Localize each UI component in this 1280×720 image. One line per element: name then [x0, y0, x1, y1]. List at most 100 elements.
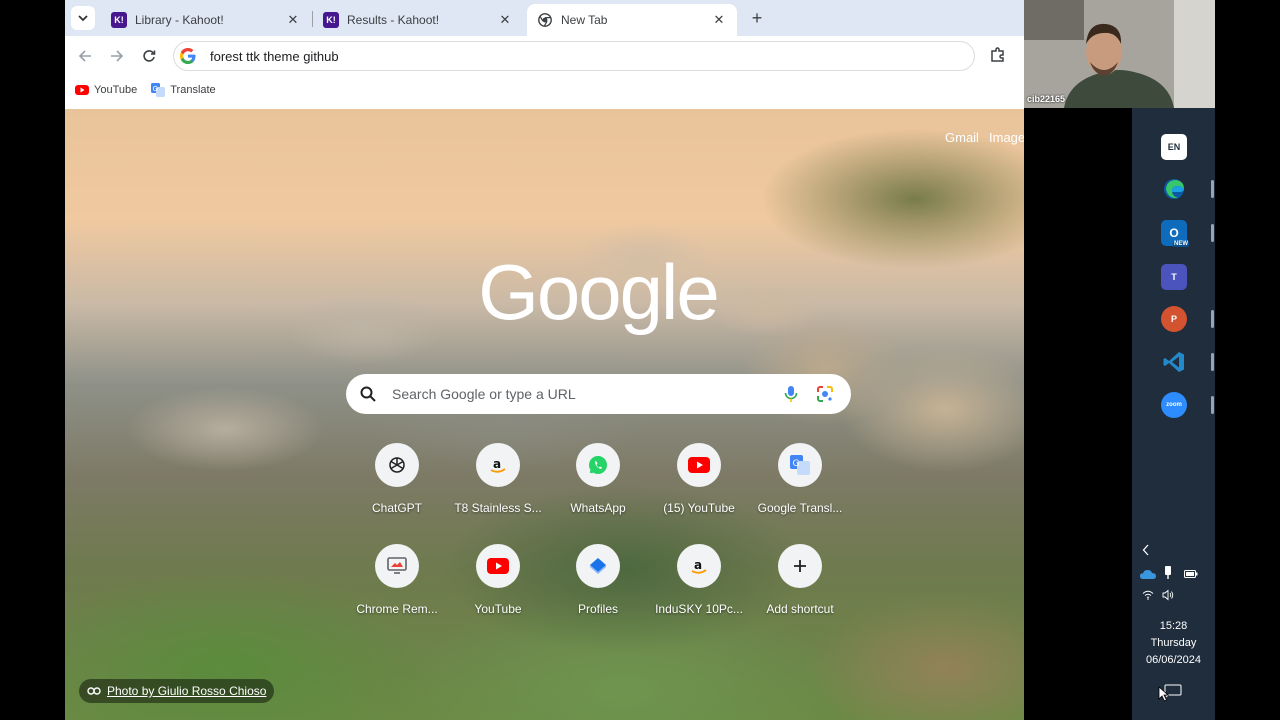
- profiles-icon: [576, 544, 620, 588]
- tab-new-tab[interactable]: New Tab ✕: [527, 4, 737, 36]
- chrome-icon: [537, 12, 553, 28]
- microphone-icon[interactable]: [779, 382, 803, 406]
- bookmark-label: YouTube: [94, 84, 138, 96]
- shortcut-chrome-remote[interactable]: Chrome Rem...: [347, 536, 447, 632]
- new-tab-page: Gmail Images Google Search Google or typ…: [65, 109, 1024, 720]
- amazon-icon: a: [476, 443, 520, 487]
- shortcut-label: T8 Stainless S...: [454, 501, 542, 515]
- search-placeholder: Search Google or type a URL: [392, 386, 576, 402]
- onedrive-icon[interactable]: [1140, 569, 1156, 582]
- running-indicator: [1211, 180, 1214, 198]
- shortcut-label: WhatsApp: [570, 501, 626, 515]
- youtube-icon: [75, 83, 89, 97]
- google-g-icon: [180, 48, 196, 64]
- svg-text:G: G: [793, 459, 800, 469]
- shortcut-indusky[interactable]: a InduSKY 10Pc...: [649, 536, 749, 632]
- bookmark-youtube[interactable]: YouTube: [75, 83, 137, 97]
- webcam-overlay: cib22165: [1024, 0, 1215, 108]
- usb-icon[interactable]: [1164, 566, 1172, 583]
- reload-button[interactable]: [137, 44, 161, 68]
- shortcut-label: Chrome Rem...: [356, 602, 438, 616]
- photo-credit-text: Photo by Giulio Rosso Chioso: [107, 684, 267, 698]
- browser-window: K! Library - Kahoot! ✕ K! Results - Kaho…: [65, 0, 1024, 720]
- close-icon[interactable]: ✕: [285, 12, 301, 28]
- outlook-icon[interactable]: O NEW: [1161, 220, 1189, 247]
- shortcut-profiles[interactable]: Profiles: [548, 536, 648, 632]
- tab-title: New Tab: [561, 13, 608, 27]
- reload-icon: [143, 50, 156, 62]
- forward-button[interactable]: [105, 44, 129, 68]
- shortcut-whatsapp[interactable]: WhatsApp: [548, 435, 648, 531]
- gmail-link[interactable]: Gmail: [945, 130, 979, 145]
- running-indicator: [1211, 224, 1214, 242]
- shortcut-label: ChatGPT: [371, 501, 422, 515]
- shortcut-youtube-15[interactable]: (15) YouTube: [649, 435, 749, 531]
- shortcut-youtube[interactable]: YouTube: [448, 536, 548, 632]
- vscode-icon[interactable]: [1161, 349, 1187, 375]
- powerpoint-icon[interactable]: P: [1161, 306, 1187, 332]
- translate-icon: G: [778, 443, 822, 487]
- kahoot-icon: K!: [111, 12, 127, 28]
- bookmarks-bar: YouTube G Translate: [65, 78, 1024, 102]
- clock-time: 15:28: [1159, 620, 1188, 632]
- photo-credit-link[interactable]: Photo by Giulio Rosso Chioso: [79, 679, 275, 703]
- webcam-person-image: [1024, 0, 1215, 108]
- chatgpt-icon: [375, 443, 419, 487]
- shortcut-chatgpt[interactable]: ChatGPT: [347, 435, 447, 531]
- link-icon: [87, 687, 101, 695]
- zoom-icon[interactable]: zoom: [1161, 392, 1187, 418]
- show-hidden-icons-button[interactable]: [1142, 544, 1150, 559]
- tab-library-kahoot[interactable]: K! Library - Kahoot! ✕: [101, 4, 311, 36]
- shortcut-label: Profiles: [577, 602, 618, 616]
- mouse-cursor: [1158, 686, 1170, 705]
- close-icon[interactable]: ✕: [497, 12, 513, 28]
- battery-icon[interactable]: [1184, 569, 1198, 581]
- search-box[interactable]: Search Google or type a URL: [346, 374, 851, 414]
- back-button[interactable]: [73, 44, 97, 68]
- plus-icon: [778, 544, 822, 588]
- edge-icon[interactable]: [1161, 176, 1187, 202]
- shortcut-google-translate[interactable]: G Google Transl...: [750, 435, 850, 531]
- shortcut-t8-stainless[interactable]: a T8 Stainless S...: [448, 435, 548, 531]
- bookmark-label: Translate: [170, 84, 216, 96]
- address-bar[interactable]: forest ttk theme github: [173, 41, 975, 71]
- tab-results-kahoot[interactable]: K! Results - Kahoot! ✕: [313, 4, 523, 36]
- toolbar: forest ttk theme github: [65, 36, 1024, 76]
- arrow-left-icon: [78, 50, 91, 62]
- shortcut-label: InduSKY 10Pc...: [655, 602, 743, 616]
- svg-text:a: a: [493, 457, 501, 471]
- running-indicator: [1211, 310, 1214, 328]
- google-lens-icon[interactable]: [813, 382, 837, 406]
- address-bar-value: forest ttk theme github: [210, 48, 339, 64]
- youtube-icon: [677, 443, 721, 487]
- shortcut-label: Add shortcut: [766, 602, 834, 616]
- language-indicator[interactable]: EN: [1161, 134, 1187, 160]
- shortcut-label: (15) YouTube: [663, 501, 735, 515]
- system-clock[interactable]: 15:28 Thursday 06/06/2024: [1132, 618, 1215, 669]
- bookmark-translate[interactable]: G Translate: [151, 83, 216, 97]
- shortcut-label: Google Transl...: [757, 501, 843, 515]
- kahoot-icon: K!: [323, 12, 339, 28]
- translate-icon: G: [151, 83, 166, 97]
- svg-text:G: G: [153, 85, 158, 93]
- svg-text:a: a: [694, 558, 702, 572]
- extensions-button[interactable]: [989, 46, 1009, 66]
- wifi-icon[interactable]: [1142, 590, 1154, 603]
- google-logo: Google: [478, 248, 720, 336]
- amazon-icon: a: [677, 544, 721, 588]
- arrow-right-icon: [111, 50, 124, 62]
- clock-day: Thursday: [1150, 637, 1197, 649]
- youtube-icon: [476, 544, 520, 588]
- teams-icon[interactable]: T: [1161, 264, 1187, 290]
- whatsapp-icon: [576, 443, 620, 487]
- remote-desktop-icon: [375, 544, 419, 588]
- outlook-new-badge: NEW: [1173, 241, 1189, 247]
- shortcut-label: YouTube: [474, 602, 522, 616]
- tab-search-button[interactable]: [71, 6, 95, 30]
- new-tab-button[interactable]: +: [745, 7, 769, 31]
- images-link[interactable]: Images: [989, 130, 1024, 145]
- volume-icon[interactable]: [1162, 589, 1174, 604]
- add-shortcut-button[interactable]: Add shortcut: [750, 536, 850, 632]
- close-icon[interactable]: ✕: [711, 12, 727, 28]
- tab-title: Library - Kahoot!: [135, 13, 224, 27]
